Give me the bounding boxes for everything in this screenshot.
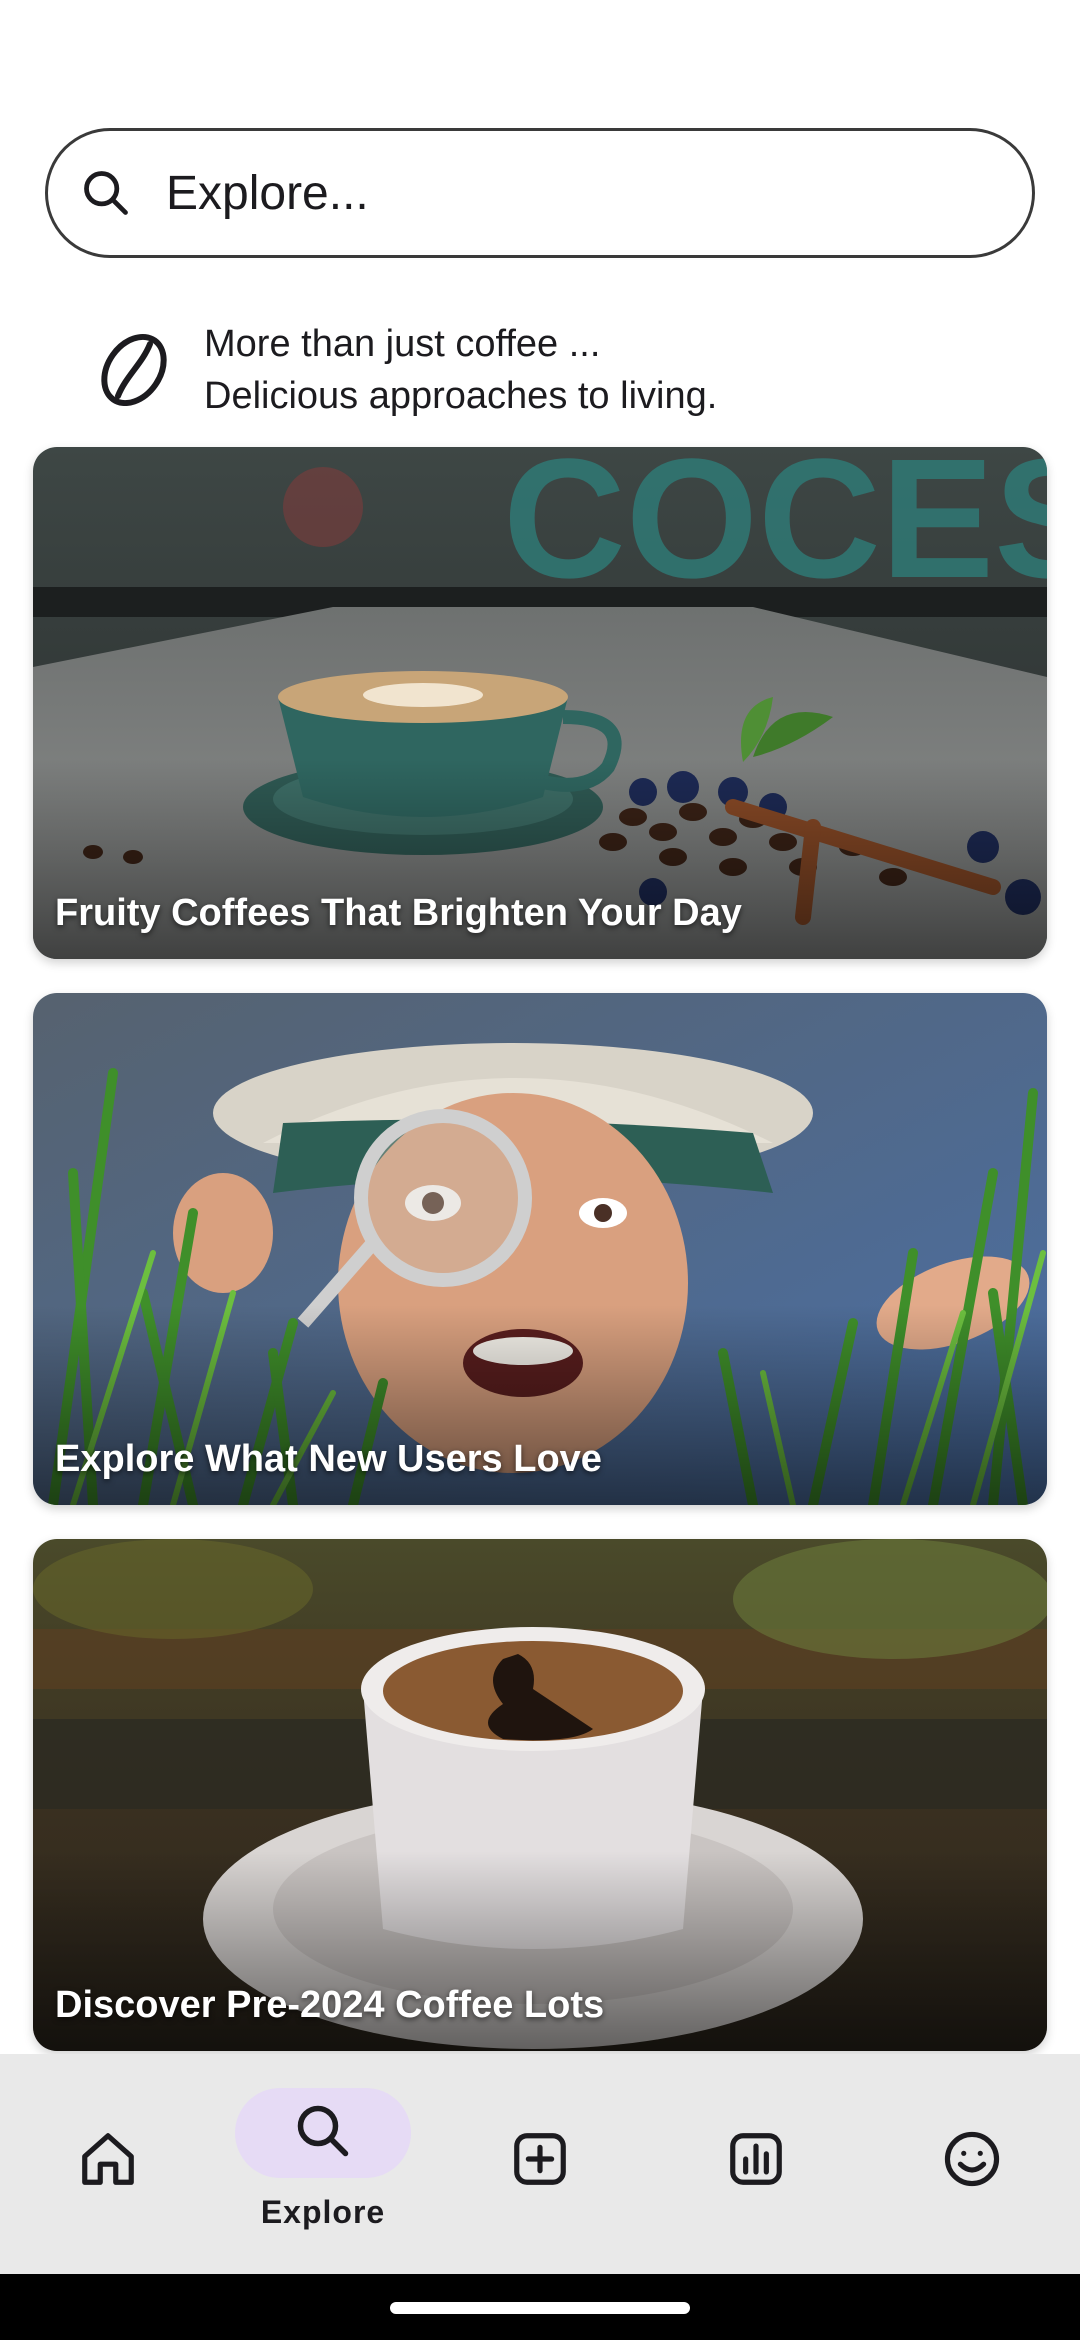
add-box-icon	[509, 2128, 571, 2195]
card-new-users-love[interactable]: Explore What New Users Love	[33, 993, 1047, 1505]
home-gesture-handle[interactable]	[390, 2302, 690, 2314]
system-gesture-bar	[0, 2274, 1080, 2340]
tagline: More than just coffee ... Delicious appr…	[98, 318, 717, 422]
nav-item-stats[interactable]	[666, 2054, 846, 2274]
nav-label-explore: Explore	[260, 2194, 386, 2230]
bottom-navigation: Explore	[0, 2054, 1080, 2274]
search-bar[interactable]	[45, 128, 1035, 258]
search-input[interactable]	[166, 165, 986, 221]
search-icon	[293, 2101, 353, 2166]
nav-item-home[interactable]	[18, 2054, 198, 2274]
card-fruity-coffees[interactable]: COCES	[33, 447, 1047, 959]
card-title: Fruity Coffees That Brighten Your Day	[55, 892, 742, 934]
chart-icon	[725, 2128, 787, 2195]
tagline-line-1: More than just coffee ...	[204, 323, 601, 365]
explore-screen: More than just coffee ... Delicious appr…	[0, 0, 1080, 2340]
card-pre-2024-lots[interactable]: Discover Pre-2024 Coffee Lots	[33, 1539, 1047, 2051]
search-icon	[78, 165, 134, 221]
nav-item-explore[interactable]: Explore	[233, 2054, 413, 2274]
nav-item-add[interactable]	[450, 2054, 630, 2274]
card-title: Discover Pre-2024 Coffee Lots	[55, 1984, 605, 2026]
nav-item-profile[interactable]	[882, 2054, 1062, 2274]
tagline-line-2: Delicious approaches to living.	[204, 375, 718, 417]
home-icon	[77, 2128, 139, 2195]
coffee-bean-icon	[98, 330, 170, 410]
card-title: Explore What New Users Love	[55, 1438, 602, 1480]
explore-active-pill	[235, 2088, 411, 2178]
smiley-icon	[941, 2128, 1003, 2195]
